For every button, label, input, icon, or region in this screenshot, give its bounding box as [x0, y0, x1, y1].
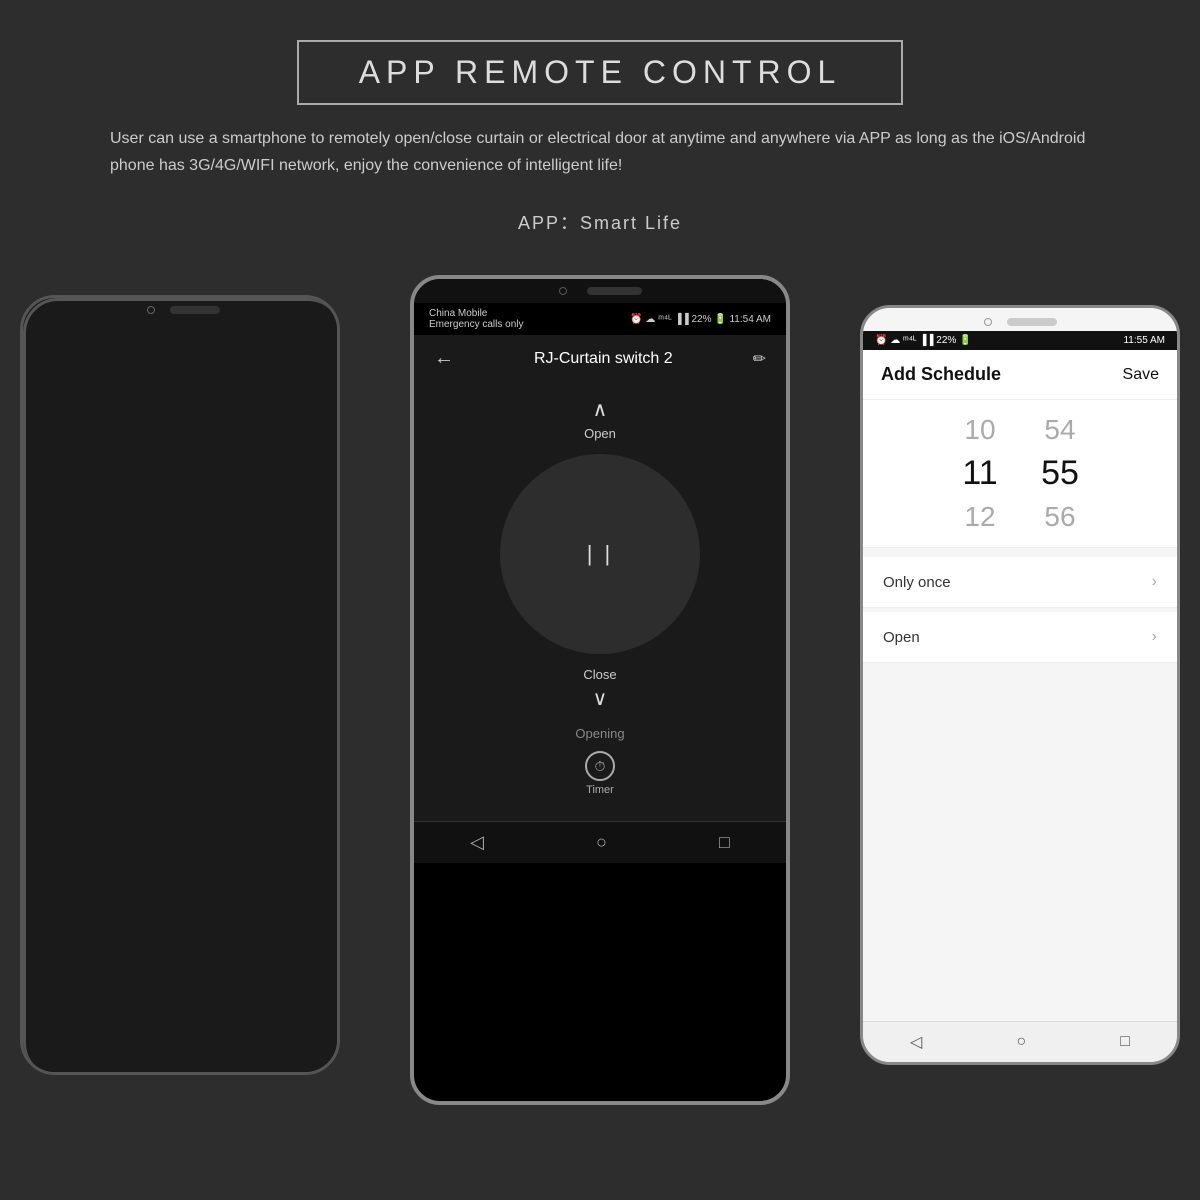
back-nav-icon[interactable]: ◁	[470, 832, 484, 853]
right-status-bar: ⏰ ☁ ᵐ⁴ᴸ ▐▐ 22% 🔋 11:55 AM	[863, 331, 1177, 350]
middle-bottom-nav: ◁ ○ □	[414, 821, 786, 863]
time-row-2: 11 55	[863, 450, 1177, 497]
title-box: APP REMOTE CONTROL	[297, 40, 904, 105]
right-status-icons: ⏰ ☁ ᵐ⁴ᴸ ▐▐ 22% 🔋	[875, 335, 972, 346]
time-picker: 10 54 11 55 12 56	[863, 400, 1177, 548]
left-speaker	[170, 306, 220, 314]
option-open-label: Open	[883, 629, 920, 646]
app-label: APP：Smart Life	[100, 209, 1100, 235]
schedule-header: Add Schedule Save	[863, 350, 1177, 400]
time-row-3: 12 56	[863, 497, 1177, 537]
middle-speaker	[587, 287, 642, 295]
phone-right: ⏰ ☁ ᵐ⁴ᴸ ▐▐ 22% 🔋 11:55 AM Add Schedule S…	[860, 305, 1180, 1065]
timer-icon: ⏱	[585, 751, 615, 781]
right-bottom-nav: ◁ ○ □	[863, 1021, 1177, 1062]
back-arrow-icon[interactable]: ←	[434, 347, 454, 370]
control-area: ∧ Open | | Close ∨ Opening ⏱ Timer	[414, 382, 786, 821]
min-55[interactable]: 55	[1030, 454, 1090, 493]
option-open-arrow: ›	[1152, 628, 1157, 646]
right-back-icon[interactable]: ◁	[910, 1032, 922, 1052]
schedule-title: Add Schedule	[881, 364, 1001, 385]
recents-nav-icon[interactable]: □	[719, 832, 730, 853]
pause-icon: | |	[587, 541, 614, 567]
option-once-label: Only once	[883, 574, 951, 591]
timer-label: Timer	[586, 784, 614, 796]
middle-status-icons: ⏰ ☁ ᵐ⁴ᴸ ▐▐ 22% 🔋 11:54 AM	[630, 314, 771, 325]
middle-app-title: RJ-Curtain switch 2	[534, 350, 673, 368]
phones-container: CUCC 4G 15:07 T Thomas 495619660@qq.com …	[0, 275, 1200, 1035]
right-home-icon[interactable]: ○	[1016, 1033, 1026, 1051]
right-time: 11:55 AM	[1123, 335, 1165, 346]
middle-status-bar: China Mobile Emergency calls only ⏰ ☁ ᵐ⁴…	[414, 303, 786, 335]
min-56: 56	[1030, 501, 1090, 533]
time-row-1: 10 54	[863, 410, 1177, 450]
middle-app-header: ← RJ-Curtain switch 2 ✏	[414, 335, 786, 382]
chevron-up-icon[interactable]: ∧	[593, 397, 608, 422]
option-open[interactable]: Open ›	[863, 612, 1177, 663]
phone-left: CUCC 4G 15:07 T Thomas 495619660@qq.com …	[20, 295, 340, 1075]
close-label: Close	[583, 667, 616, 682]
middle-sensor	[559, 287, 567, 295]
min-54: 54	[1030, 414, 1090, 446]
chevron-down-icon[interactable]: ∨	[593, 686, 608, 711]
left-sensor-circle	[147, 306, 155, 314]
timer-section[interactable]: ⏱ Timer	[585, 751, 615, 796]
left-top-sensor	[23, 298, 340, 1075]
edit-icon[interactable]: ✏	[753, 349, 766, 369]
hour-10: 10	[950, 414, 1010, 446]
save-button[interactable]: Save	[1123, 366, 1159, 384]
hour-11[interactable]: 11	[950, 454, 1010, 493]
middle-sensor-row	[414, 279, 786, 303]
circle-pause-button[interactable]: | |	[500, 454, 700, 654]
right-sensor-row	[863, 308, 1177, 331]
page-title: APP REMOTE CONTROL	[359, 54, 842, 91]
hour-12: 12	[950, 501, 1010, 533]
close-section: Close ∨	[583, 667, 616, 711]
right-sensor	[984, 318, 992, 326]
home-nav-icon[interactable]: ○	[596, 832, 607, 853]
subtitle-text: User can use a smartphone to remotely op…	[100, 125, 1100, 179]
opening-label: Opening	[575, 726, 624, 741]
options-section: Only once › Open ›	[863, 548, 1177, 672]
right-speaker	[1007, 318, 1057, 326]
middle-carrier: China Mobile Emergency calls only	[429, 308, 523, 330]
right-recents-icon[interactable]: □	[1120, 1033, 1130, 1051]
open-section: ∧ Open	[584, 397, 616, 441]
header-section: APP REMOTE CONTROL User can use a smartp…	[0, 0, 1200, 275]
option-once-arrow: ›	[1152, 573, 1157, 591]
phone-middle: China Mobile Emergency calls only ⏰ ☁ ᵐ⁴…	[410, 275, 790, 1105]
open-label: Open	[584, 426, 616, 441]
option-once[interactable]: Only once ›	[863, 557, 1177, 608]
